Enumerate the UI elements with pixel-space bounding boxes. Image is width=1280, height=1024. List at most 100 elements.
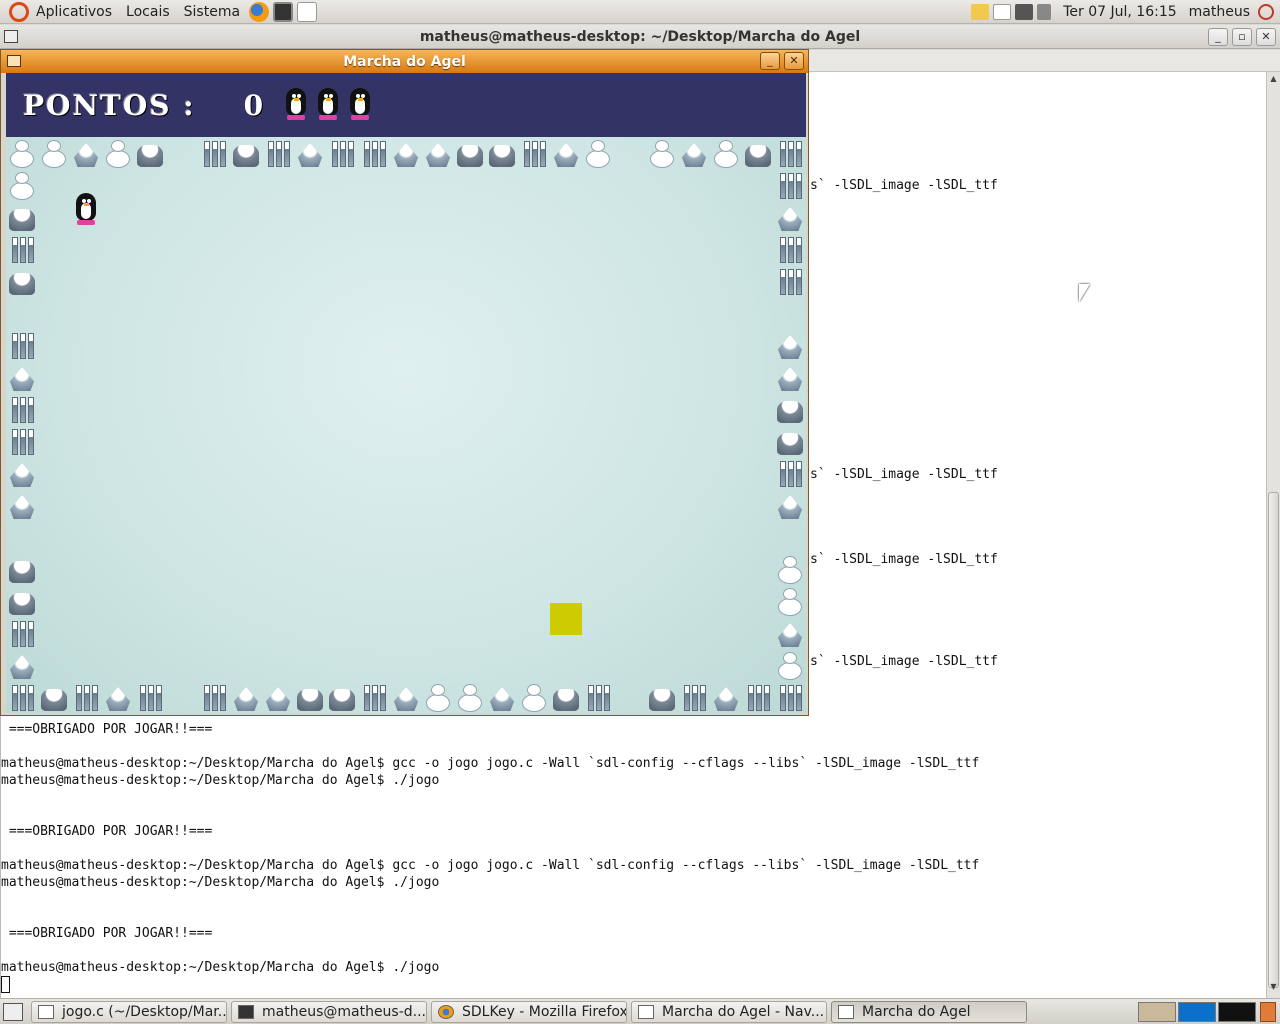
user-name[interactable]: matheus: [1189, 4, 1254, 20]
ice-obstacle-icon: [774, 233, 806, 265]
terminal-window-icon[interactable]: [4, 30, 18, 43]
terminal-line: ===OBRIGADO POR JOGAR!!===: [1, 926, 213, 941]
game-field[interactable]: [6, 137, 806, 713]
volume-icon[interactable]: [1037, 3, 1052, 20]
scroll-up-arrow-icon[interactable]: ▲: [1268, 74, 1279, 88]
snowman-obstacle-icon: [454, 681, 486, 713]
crystal-obstacle-icon: [102, 681, 134, 713]
terminal-titlebar[interactable]: matheus@matheus-desktop: ~/Desktop/March…: [0, 25, 1280, 49]
snowman-obstacle-icon: [582, 137, 614, 169]
taskbar-item-label: Marcha do Agel - Nav...: [662, 1003, 825, 1020]
snowman-obstacle-icon: [774, 585, 806, 617]
workspace-1[interactable]: [1138, 1001, 1176, 1022]
crystal-obstacle-icon: [774, 617, 806, 649]
rock-obstacle-icon: [294, 681, 326, 713]
snowman-obstacle-icon: [774, 553, 806, 585]
workspace-2[interactable]: [1178, 1001, 1216, 1022]
ice-obstacle-icon: [742, 681, 774, 713]
score-hud: PONTOS : 0: [6, 73, 806, 137]
terminal-line: ===OBRIGADO POR JOGAR!!===: [1, 722, 213, 737]
ice-obstacle-icon: [134, 681, 166, 713]
menu-aplicativos[interactable]: Aplicativos: [29, 0, 119, 24]
text-editor-icon[interactable]: [297, 1, 318, 22]
menu-sistema[interactable]: Sistema: [177, 0, 247, 24]
score-label: PONTOS :: [23, 88, 196, 122]
crystal-obstacle-icon: [422, 137, 454, 169]
ice-obstacle-icon: [774, 169, 806, 201]
snowman-obstacle-icon: [102, 137, 134, 169]
snowman-obstacle-icon: [646, 137, 678, 169]
taskbar-item[interactable]: matheus@matheus-d...: [231, 1000, 427, 1023]
ice-obstacle-icon: [6, 617, 38, 649]
taskbar-item[interactable]: jogo.c (~/Desktop/Mar...: [31, 1000, 227, 1023]
terminal-line: ===OBRIGADO POR JOGAR!!===: [1, 824, 213, 839]
crystal-obstacle-icon: [390, 681, 422, 713]
workspace-switcher: [1138, 1001, 1256, 1022]
rock-obstacle-icon: [774, 425, 806, 457]
rock-obstacle-icon: [454, 137, 486, 169]
ice-obstacle-icon: [774, 265, 806, 297]
ice-obstacle-icon: [678, 681, 710, 713]
terminal-scrollbar[interactable]: ▲ ▼: [1266, 72, 1280, 998]
rock-obstacle-icon: [774, 393, 806, 425]
score-value: 0: [243, 88, 264, 122]
taskbar-item[interactable]: Marcha do Agel - Nav...: [631, 1000, 827, 1023]
window-list: jogo.c (~/Desktop/Mar... matheus@matheus-…: [31, 1000, 1031, 1023]
ice-obstacle-icon: [198, 681, 230, 713]
ubuntu-logo-icon[interactable]: [9, 1, 29, 22]
terminal-line: matheus@matheus-desktop:~/Desktop/Marcha…: [1, 858, 980, 873]
crystal-obstacle-icon: [486, 681, 518, 713]
ice-obstacle-icon: [358, 137, 390, 169]
terminal-icon[interactable]: [273, 1, 294, 22]
ice-obstacle-icon: [774, 681, 806, 713]
system-tray: Ter 07 Jul, 16:15 matheus: [971, 0, 1280, 24]
firefox-icon[interactable]: [249, 1, 270, 22]
terminal-line: matheus@matheus-desktop:~/Desktop/Marcha…: [1, 960, 440, 975]
terminal-line-fragment: s` -lSDL_image -lSDL_ttf: [810, 467, 998, 482]
taskbar-item-label: jogo.c (~/Desktop/Mar...: [62, 1003, 227, 1020]
ice-obstacle-icon: [582, 681, 614, 713]
ice-obstacle-icon: [326, 137, 358, 169]
mouse-pointer-icon: [1079, 284, 1090, 302]
ice-obstacle-icon: [358, 681, 390, 713]
snowman-obstacle-icon: [422, 681, 454, 713]
ice-obstacle-icon: [6, 425, 38, 457]
top-panel: Aplicativos Locais Sistema Ter 07 Jul, 1…: [0, 0, 1280, 24]
terminal-line-fragment: s` -lSDL_image -lSDL_ttf: [810, 654, 998, 669]
rock-obstacle-icon: [646, 681, 678, 713]
workspace-3[interactable]: [1218, 1001, 1256, 1022]
crystal-obstacle-icon: [230, 681, 262, 713]
crystal-obstacle-icon: [678, 137, 710, 169]
rock-obstacle-icon: [326, 681, 358, 713]
trash-icon[interactable]: [1260, 1001, 1276, 1022]
notes-icon[interactable]: [993, 3, 1012, 20]
minimize-button[interactable]: _: [1208, 28, 1228, 46]
menu-locais[interactable]: Locais: [119, 0, 177, 24]
firefox-icon: [438, 1004, 454, 1019]
show-desktop-icon[interactable]: [3, 1002, 23, 1021]
game-title: Marcha do Agel: [343, 53, 466, 70]
game-window-icon[interactable]: [7, 55, 21, 67]
taskbar-item-label: matheus@matheus-d...: [262, 1003, 427, 1020]
rock-obstacle-icon: [6, 585, 38, 617]
close-button[interactable]: ✕: [1256, 28, 1276, 46]
ice-obstacle-icon: [262, 137, 294, 169]
scroll-down-arrow-icon[interactable]: ▼: [1268, 982, 1279, 996]
clock[interactable]: Ter 07 Jul, 16:15: [1055, 4, 1184, 20]
crystal-obstacle-icon: [390, 137, 422, 169]
life-penguin-icon: [315, 88, 341, 122]
taskbar-item[interactable]: Marcha do Agel: [831, 1000, 1027, 1023]
folder-icon[interactable]: [971, 3, 990, 20]
crystal-obstacle-icon: [710, 681, 742, 713]
ice-obstacle-icon: [518, 137, 550, 169]
power-icon[interactable]: [1258, 3, 1274, 20]
game-close-button[interactable]: ✕: [784, 52, 804, 70]
maximize-button[interactable]: ▫: [1232, 28, 1252, 46]
scrollbar-thumb[interactable]: [1268, 492, 1279, 988]
game-titlebar[interactable]: Marcha do Agel _ ✕: [1, 50, 808, 73]
network-icon[interactable]: [1015, 3, 1034, 20]
game-minimize-button[interactable]: _: [760, 52, 780, 70]
game-window[interactable]: Marcha do Agel _ ✕ PONTOS : 0: [0, 49, 809, 716]
terminal-line-fragment: s` -lSDL_image -lSDL_ttf: [810, 178, 998, 193]
taskbar-item[interactable]: SDLKey - Mozilla Firefox: [431, 1000, 627, 1023]
